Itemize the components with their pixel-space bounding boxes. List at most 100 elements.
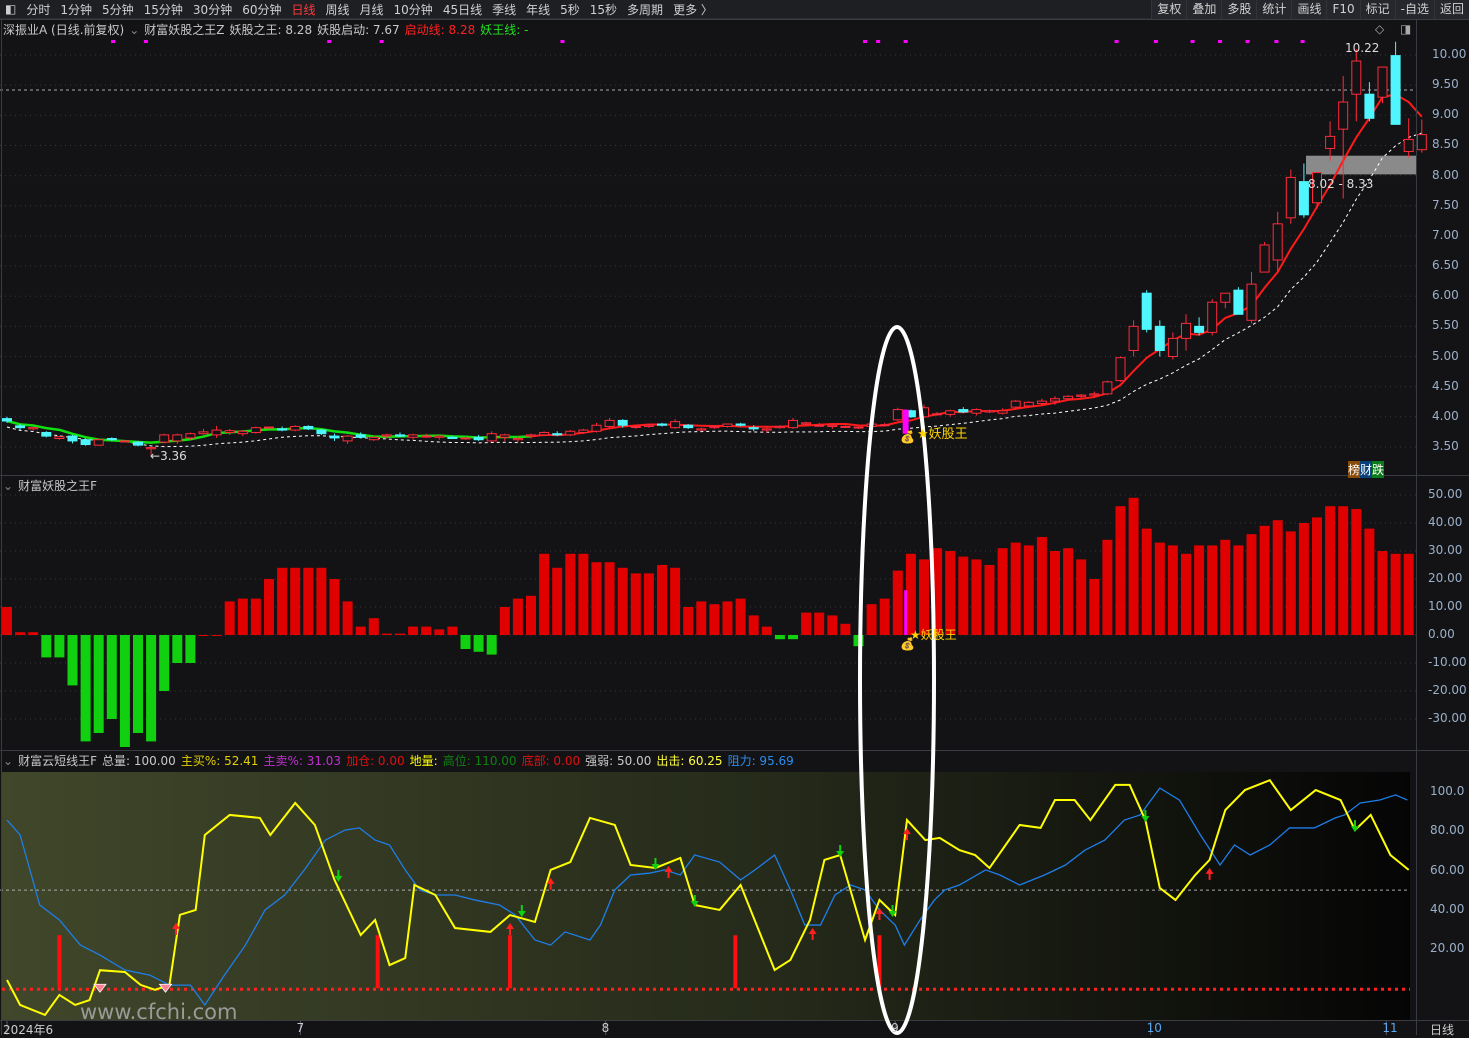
indicator-bar: [1390, 553, 1401, 635]
volume-spike-bar: [508, 935, 513, 989]
panel-toggle-icon[interactable]: ◨: [1400, 22, 1411, 36]
diamond-icon[interactable]: ◇: [1375, 22, 1384, 36]
candle-body: [1194, 325, 1205, 333]
signal-dot: [1300, 40, 1305, 43]
indicator-tick: -30.00: [1428, 711, 1467, 725]
candle-body: [172, 434, 183, 442]
candle-body: [984, 410, 995, 413]
candle-body: [342, 435, 353, 442]
indicator-bar: [28, 632, 39, 635]
indicator-bar: [93, 635, 104, 733]
candle-body: [316, 429, 327, 435]
stock-chart[interactable]: [0, 0, 1469, 1035]
candle-body: [1010, 400, 1021, 408]
bottom-tick: 20.00: [1430, 941, 1465, 955]
candle-body: [1259, 244, 1270, 273]
candle-body: [460, 437, 471, 440]
candle-body: [552, 433, 563, 436]
indicator-bar: [224, 601, 235, 635]
candle-body: [264, 426, 274, 429]
indicator-bar: [748, 615, 759, 635]
candle-body: [1364, 93, 1375, 119]
candle-body: [486, 433, 497, 442]
indicator-bar: [1023, 545, 1034, 635]
ma10-line: [6, 132, 1422, 448]
badge-bang[interactable]: 榜: [1348, 461, 1361, 478]
indicator-bar: [1233, 545, 1244, 635]
candle-body: [997, 410, 1008, 414]
candle-body: [591, 424, 602, 432]
indicator-bar: [67, 635, 78, 686]
price-tick: 4.00: [1432, 408, 1459, 423]
candle-body: [1233, 289, 1244, 315]
candle-body: [892, 409, 903, 421]
indicator-bar: [1076, 559, 1087, 635]
indicator-bar: [146, 635, 157, 742]
indicator-bar: [303, 567, 314, 635]
candle-body: [303, 425, 314, 430]
signal-dot: [1245, 40, 1250, 43]
badge-die[interactable]: 跌: [1372, 461, 1385, 478]
indicator-bar: [617, 567, 628, 635]
indicator-bar: [1128, 497, 1139, 635]
candle-body: [329, 435, 340, 439]
candle-body: [748, 427, 759, 430]
candle-body: [67, 435, 78, 442]
indicator-bar: [1036, 537, 1047, 635]
indicator-bar: [892, 570, 903, 635]
candle-body: [355, 434, 366, 438]
candle-body: [1102, 381, 1113, 395]
candle-body: [657, 423, 667, 426]
candle-body: [827, 424, 838, 427]
candle-body: [512, 438, 523, 441]
badge-cai[interactable]: 财: [1360, 461, 1373, 478]
candle-body: [159, 434, 170, 443]
period-label: 日线: [1430, 1023, 1455, 1037]
x-axis-label: 9: [891, 1021, 899, 1035]
candle-body: [1351, 60, 1362, 95]
indicator-bar: [198, 635, 209, 636]
candle-body: [434, 435, 445, 438]
range-label: 8.02 - 8.33: [1308, 177, 1374, 191]
candle-body: [211, 429, 222, 436]
candle-body: [932, 413, 943, 416]
low-value: 3.36: [160, 449, 187, 463]
signal-dot: [379, 40, 384, 43]
signal-dot: [863, 40, 868, 43]
indicator-bar: [1194, 545, 1205, 635]
indicator-bar: [683, 607, 694, 635]
indicator-tick: 10.00: [1428, 599, 1463, 613]
x-axis-label: 11: [1382, 1021, 1398, 1035]
indicator-bar: [1325, 506, 1336, 635]
yaoguwang-marker: [904, 590, 908, 635]
indicator-bar: [368, 618, 379, 635]
indicator-bar: [381, 633, 392, 635]
candle-body: [853, 426, 864, 429]
indicator-bar: [460, 635, 471, 649]
indicator-bar: [774, 635, 785, 640]
indicator-bar: [1181, 553, 1191, 635]
indicator-bar: [827, 615, 838, 635]
indicator-bar: [1246, 534, 1257, 635]
candle-body: [722, 423, 733, 427]
candle-body: [1325, 135, 1336, 149]
signal-dot: [1218, 40, 1223, 43]
volume-spike-bar: [733, 935, 738, 989]
candle-body: [643, 424, 654, 427]
indicator-bar: [801, 612, 812, 635]
bottom-tick: 100.0: [1430, 784, 1465, 798]
indicator-bar: [1207, 545, 1218, 635]
bottom-tick: 60.00: [1430, 862, 1465, 877]
indicator-bar: [408, 626, 419, 635]
indicator-bar: [1115, 506, 1126, 635]
indicator-bar: [1272, 520, 1283, 635]
indicator-bar: [447, 626, 458, 635]
candle-body: [696, 428, 707, 431]
candle-body: [1167, 337, 1178, 358]
candle-body: [709, 425, 720, 429]
indicator-bar: [1089, 579, 1100, 635]
candle-body: [1207, 301, 1218, 333]
indicator-bar: [905, 553, 916, 635]
indicator-bar: [1377, 551, 1388, 635]
indicator-bar: [814, 612, 825, 635]
